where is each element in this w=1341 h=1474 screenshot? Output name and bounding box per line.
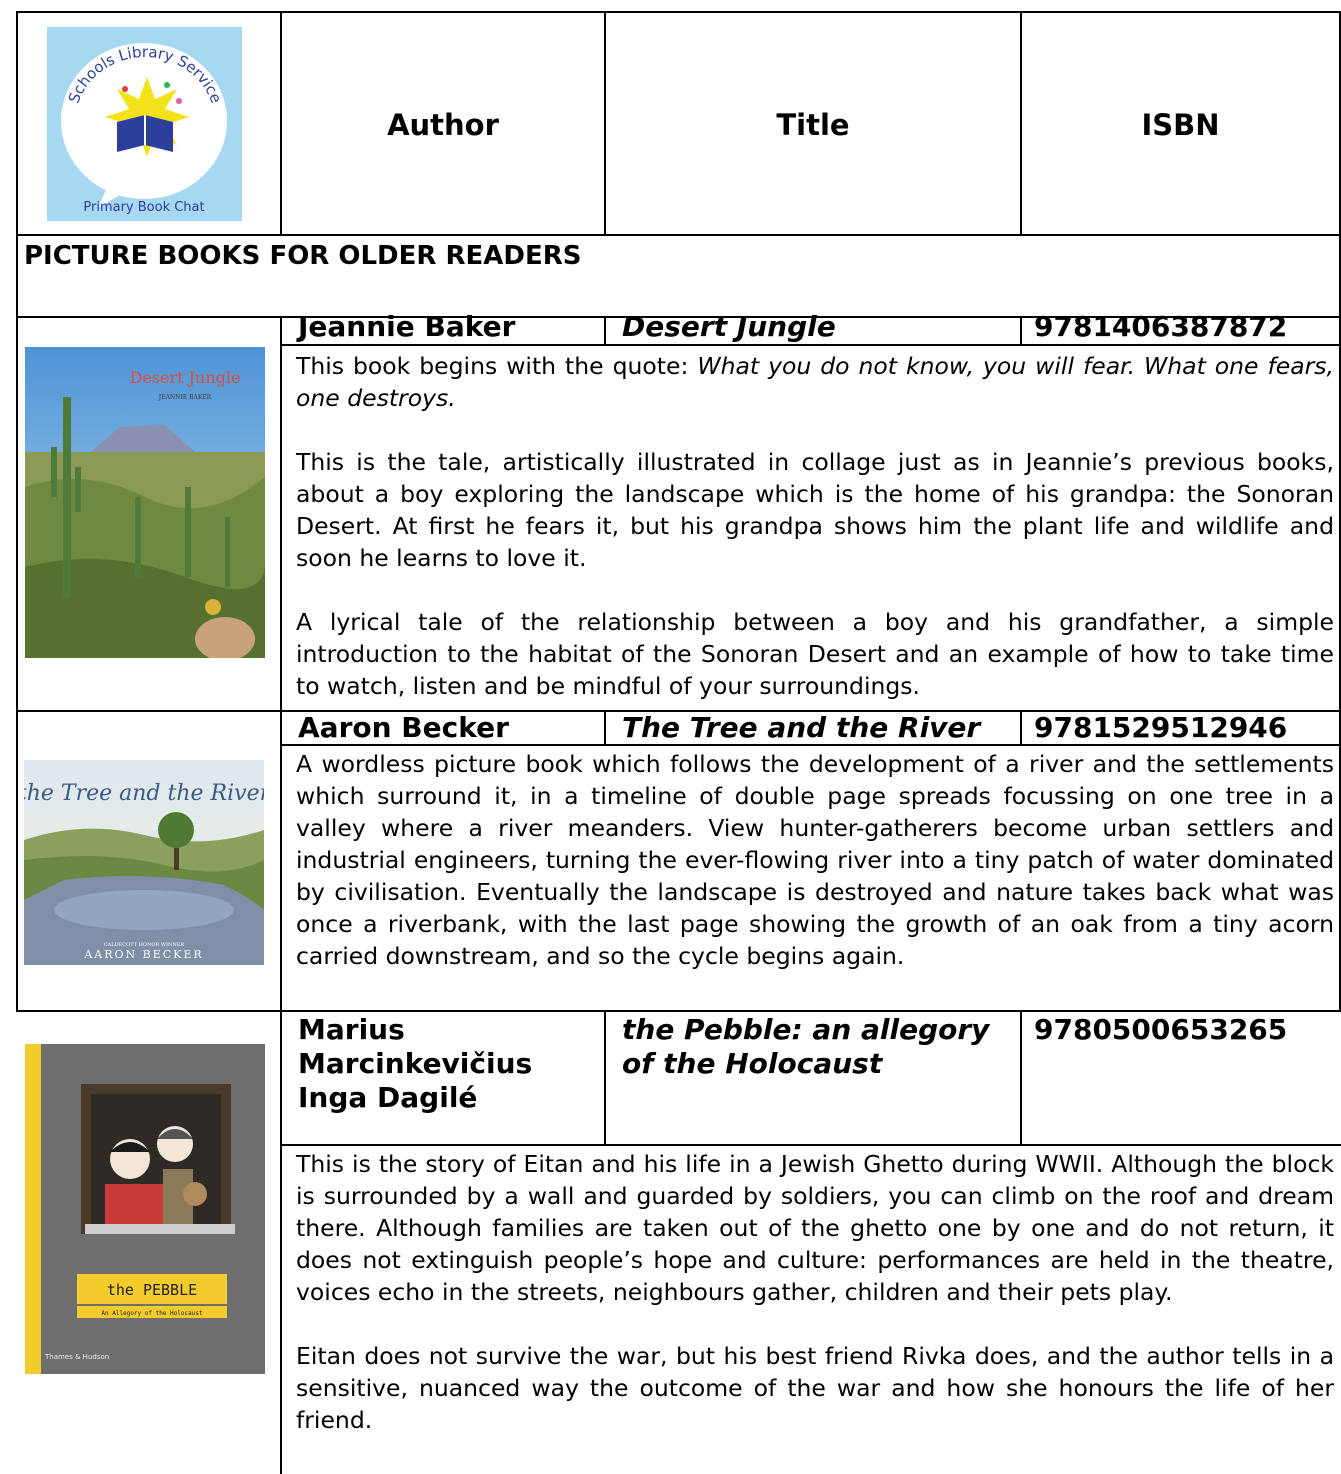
border-col3-row3 [1020,1010,1022,1145]
author-line: Marius [298,1013,405,1046]
description-paragraph: This is the tale, artistically illustrat… [296,448,1334,572]
book-title: the Pebble: an allegory of the Holocaust [622,1013,989,1081]
border-col2-row2 [604,710,606,745]
title-line: of the Holocaust [622,1047,883,1080]
border-row2-bottom [16,1010,1341,1012]
cover-publisher: Thames & Hudson [44,1353,109,1361]
border-row3-header [281,1144,1341,1146]
logo-image: Schools Library Service Primary Book Cha… [47,27,242,221]
border-col2-row1 [604,316,606,345]
description-paragraph: This is the story of Eitan and his life … [296,1150,1334,1306]
section-title: PICTURE BOOKS FOR OLDER READERS [24,241,582,271]
book-isbn: 9781529512946 [1034,711,1288,744]
description-paragraph: A lyrical tale of the relationship betwe… [296,608,1334,700]
description-paragraph: A wordless picture book which follows th… [296,750,1334,970]
book-description: A wordless picture book which follows th… [296,748,1334,972]
cover-title: the PEBBLE [107,1281,197,1299]
book-isbn: 9780500653265 [1034,1013,1288,1046]
header-title: Title [776,108,850,142]
author-line: Inga Dagilé [298,1081,478,1114]
border-col1-body [280,316,282,1474]
header-isbn: ISBN [1141,108,1220,142]
book-cover-the-pebble: the PEBBLE An Allegory of the Holocaust … [25,1044,265,1374]
border-header-bottom [16,234,1341,236]
cover-title: the Tree and the River [24,781,264,806]
book-author: Marius Marcinkevičius Inga Dagilé [298,1013,532,1115]
border-col3-row2 [1020,710,1022,745]
book-isbn: 9781406387872 [1034,310,1288,343]
title-line: the Pebble: an allegory [622,1013,990,1046]
header-author: Author [387,108,499,142]
border-top [16,11,1341,13]
book-description: This book begins with the quote: What yo… [296,350,1334,702]
cover-author: AARON BECKER [83,948,203,961]
cover-author: JEANNIE BAKER [158,394,212,401]
cover-subtitle: An Allegory of the Holocaust [101,1310,203,1317]
logo: Schools Library Service Primary Book Cha… [47,27,242,221]
author-line: Marcinkevičius [298,1047,533,1080]
logo-bottom-text: Primary Book Chat [83,200,204,215]
book-author: Jeannie Baker [298,310,516,343]
book-title: Desert Jungle [622,310,836,343]
border-row1-header [281,344,1341,346]
cover-title: Desert Jungle [130,368,241,387]
border-col2-row3 [604,1010,606,1145]
description-text: This book begins with the quote: [296,352,698,380]
description-paragraph: This book begins with the quote: What yo… [296,350,1334,414]
book-title: The Tree and the River [622,711,981,744]
border-left [16,11,18,1011]
border-col3-row1 [1020,316,1022,345]
book-cover-desert-jungle: Desert Jungle JEANNIE BAKER [25,347,265,658]
book-description: This is the story of Eitan and his life … [296,1148,1334,1436]
book-author: Aaron Becker [298,711,509,744]
description-paragraph: Eitan does not survive the war, but his … [296,1342,1334,1434]
book-cover-tree-and-river: the Tree and the River CALDECOTT HONOR W… [24,760,264,965]
